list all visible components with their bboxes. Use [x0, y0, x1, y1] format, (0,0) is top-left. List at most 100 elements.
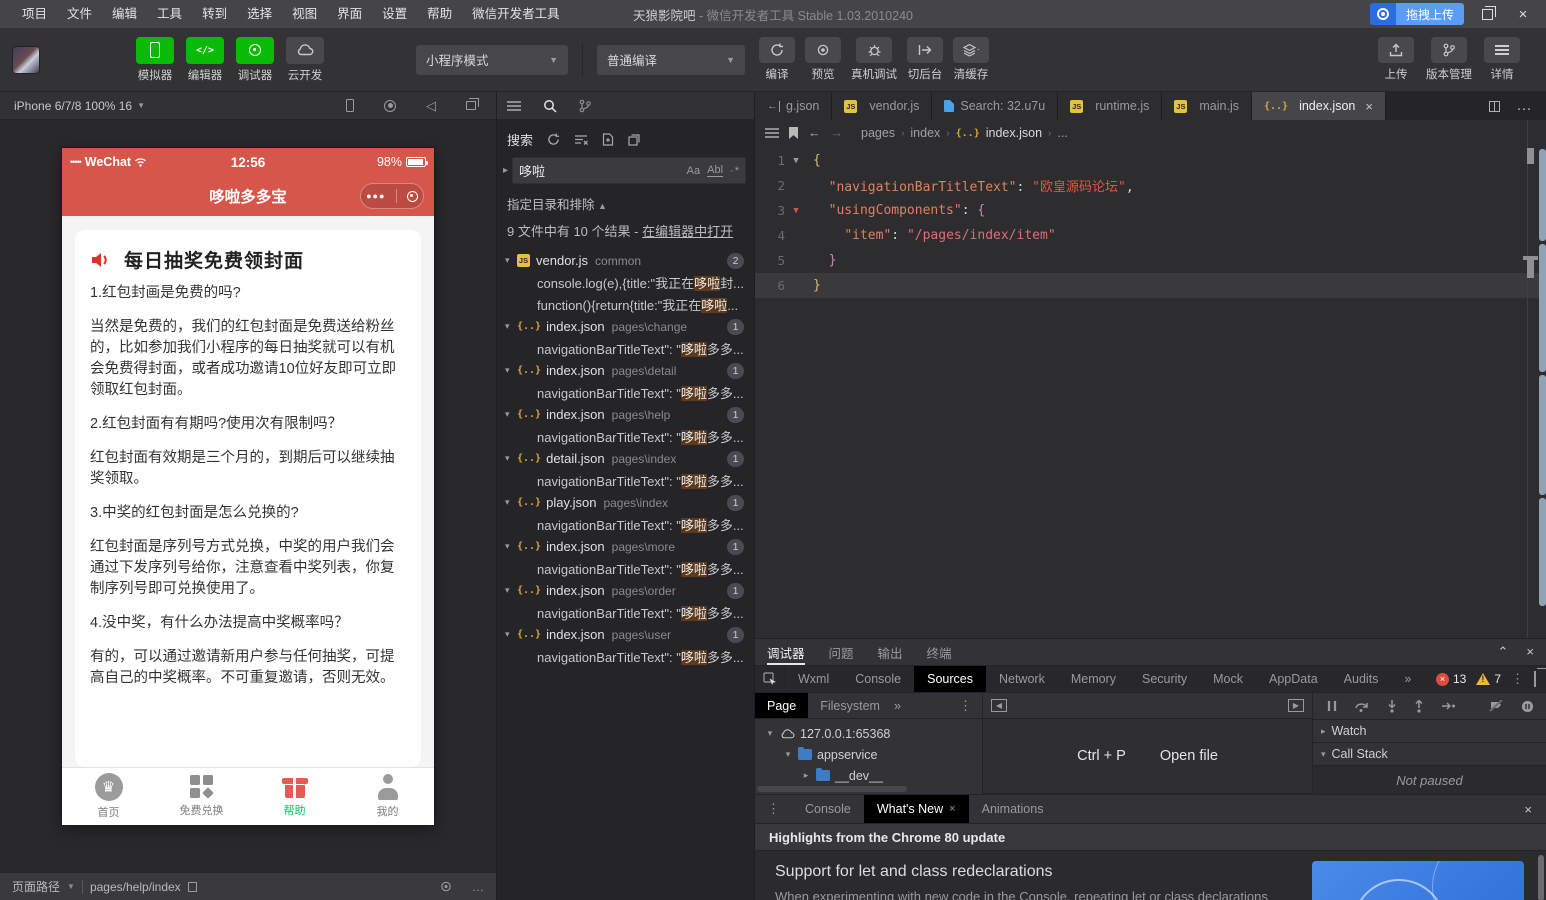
tab-free-exchange[interactable]: 免费兑换 [155, 768, 248, 825]
mute-icon[interactable]: ◁ [426, 98, 436, 114]
menu-goto[interactable]: 转到 [192, 0, 237, 28]
result-match-row[interactable]: navigationBarTitleText": "哆啦多多... [497, 382, 754, 404]
tab-index-json[interactable]: {..} index.json × [1252, 92, 1386, 120]
debugger-toggle-button[interactable]: 调试器 [236, 37, 274, 83]
more-dots-icon[interactable]: ●●● [366, 191, 385, 201]
article-scrollbar[interactable] [1538, 855, 1544, 900]
background-switch-button[interactable]: 切后台 [907, 37, 943, 82]
whole-word-icon[interactable]: Abl [707, 164, 723, 177]
pause-on-exceptions-icon[interactable] [1521, 700, 1534, 713]
source-control-icon[interactable] [579, 99, 591, 113]
tab-vendor-js[interactable]: JS vendor.js [832, 92, 932, 120]
more-tabs-icon[interactable]: » [894, 699, 901, 713]
menu-settings[interactable]: 设置 [372, 0, 417, 28]
panel-tab-problems[interactable]: 问题 [829, 639, 854, 665]
tab-runtime-js[interactable]: JS runtime.js [1058, 92, 1162, 120]
tree-node-host[interactable]: ▾ 127.0.0.1:65368 [755, 723, 982, 744]
devtools-tab-wxml[interactable]: Wxml [785, 666, 842, 692]
devtools-tab-security[interactable]: Security [1129, 666, 1200, 692]
detach-simulator-icon[interactable] [466, 101, 476, 110]
panel-tab-debugger[interactable]: 调试器 [767, 639, 805, 665]
back-icon[interactable]: ← [808, 126, 821, 140]
step-icon[interactable] [1441, 701, 1455, 711]
remote-debug-button[interactable]: 真机调试 [851, 37, 897, 82]
simulator-toggle-button[interactable]: 模拟器 [136, 37, 174, 83]
restore-window-button[interactable] [1474, 3, 1500, 25]
step-out-icon[interactable] [1414, 700, 1424, 713]
step-into-icon[interactable] [1387, 700, 1397, 713]
more-icon[interactable]: … [472, 880, 484, 894]
tree-node-appservice[interactable]: ▾ appservice [755, 744, 982, 765]
breadcrumb[interactable]: pages› index› {..} index.json› ... [861, 126, 1068, 140]
collapse-panel-icon[interactable]: ⌃ [1498, 644, 1509, 660]
pause-script-icon[interactable] [1327, 700, 1337, 712]
more-tabs-icon[interactable]: » [1391, 666, 1424, 692]
outline-icon[interactable] [765, 128, 779, 138]
search-scope-toggle[interactable]: 指定目录和排除 ▲ [497, 190, 754, 217]
open-file-label[interactable]: Open file [1160, 748, 1218, 764]
result-match-row[interactable]: navigationBarTitleText": "哆啦多多... [497, 514, 754, 536]
open-in-editor-link[interactable]: 在编辑器中打开 [642, 224, 733, 239]
result-file-row[interactable]: ▾{..} index.jsonpages\more 1 [497, 536, 754, 558]
clear-results-icon[interactable] [574, 134, 588, 146]
details-button[interactable]: 详情 [1484, 37, 1520, 82]
navigator-menu-icon[interactable]: ⋮ [959, 698, 982, 714]
drawer-tab-animations[interactable]: Animations [969, 795, 1057, 823]
menu-interface[interactable]: 界面 [327, 0, 372, 28]
code-editor[interactable]: ← → pages› index› {..} index.json› ... 1… [755, 120, 1546, 638]
preview-button[interactable]: 预览 [805, 37, 841, 82]
menu-help[interactable]: 帮助 [417, 0, 462, 28]
eye-icon[interactable] [438, 881, 454, 892]
result-match-row[interactable]: console.log(e),{title:"我正在哆啦封... [497, 272, 754, 294]
deactivate-breakpoints-icon[interactable] [1489, 700, 1504, 712]
copy-path-icon[interactable] [188, 882, 197, 892]
page-path-label[interactable]: 页面路径 [12, 878, 60, 895]
close-panel-icon[interactable]: × [1526, 644, 1534, 660]
devtools-tab-appdata[interactable]: AppData [1256, 666, 1331, 692]
forward-icon[interactable]: → [831, 126, 844, 140]
devtools-tab-network[interactable]: Network [986, 666, 1058, 692]
tab-home[interactable]: ♛ 首页 [62, 768, 155, 825]
fold-icon[interactable]: ▼ [785, 156, 807, 166]
compile-mode-select[interactable]: 普通编译 ▼ [597, 45, 745, 75]
watch-section[interactable]: ▸Watch [1313, 720, 1546, 743]
panel-tab-terminal[interactable]: 终端 [927, 639, 952, 665]
error-count-badge[interactable]: ×13 [1436, 672, 1466, 686]
horizontal-scrollbar[interactable] [757, 786, 907, 792]
drawer-tab-whats-new[interactable]: What's New× [864, 795, 969, 823]
tree-node-dev[interactable]: ▸ __dev__ [755, 765, 982, 786]
menu-tools[interactable]: 工具 [147, 0, 192, 28]
cloud-dev-button[interactable]: 云开发 [286, 37, 324, 83]
drawer-menu-icon[interactable]: ⋮ [755, 801, 792, 817]
result-file-row[interactable]: ▾{..} index.jsonpages\user 1 [497, 624, 754, 646]
compile-button[interactable]: 编译 [759, 37, 795, 82]
result-match-row[interactable]: navigationBarTitleText": "哆啦多多... [497, 558, 754, 580]
drag-upload-badge[interactable]: 拖拽上传 [1370, 3, 1464, 25]
toggle-replace-icon[interactable]: ▸ [501, 165, 510, 176]
result-file-row[interactable]: ▾{..} detail.jsonpages\index 1 [497, 448, 754, 470]
devtools-tab-memory[interactable]: Memory [1058, 666, 1129, 692]
result-file-row[interactable]: ▾{..} index.jsonpages\order 1 [497, 580, 754, 602]
code-area[interactable]: 1▼{ 2 "navigationBarTitleText": "欧皇源码论坛"… [755, 148, 1546, 298]
explorer-icon[interactable] [507, 101, 521, 111]
close-drawer-icon[interactable]: × [1524, 802, 1546, 817]
menu-devtools[interactable]: 微信开发者工具 [462, 0, 570, 28]
result-match-row[interactable]: navigationBarTitleText": "哆啦多多... [497, 602, 754, 624]
result-match-row[interactable]: navigationBarTitleText": "哆啦多多... [497, 338, 754, 360]
devtools-tab-audits[interactable]: Audits [1331, 666, 1392, 692]
version-control-button[interactable]: 版本管理 [1426, 37, 1472, 82]
capsule-menu[interactable]: ●●● [360, 183, 424, 209]
result-file-row[interactable]: ▾JS vendor.jscommon 2 [497, 250, 754, 272]
menu-select[interactable]: 选择 [237, 0, 282, 28]
minimize-target-icon[interactable] [407, 191, 418, 202]
result-file-row[interactable]: ▾{..} index.jsonpages\help 1 [497, 404, 754, 426]
result-file-row[interactable]: ▾{..} index.jsonpages\detail 1 [497, 360, 754, 382]
tab-g-json[interactable]: ← g.json [755, 92, 832, 120]
next-panel-icon[interactable]: ▶ [1288, 699, 1304, 712]
device-selector[interactable]: iPhone 6/7/8 100% 16 [14, 99, 132, 113]
result-match-row[interactable]: navigationBarTitleText": "哆啦多多... [497, 470, 754, 492]
inspect-element-icon[interactable] [755, 666, 785, 692]
result-file-row[interactable]: ▾{..} play.jsonpages\index 1 [497, 492, 754, 514]
previous-panel-icon[interactable]: ◀ [991, 699, 1007, 712]
match-case-icon[interactable]: Aa [687, 165, 700, 177]
